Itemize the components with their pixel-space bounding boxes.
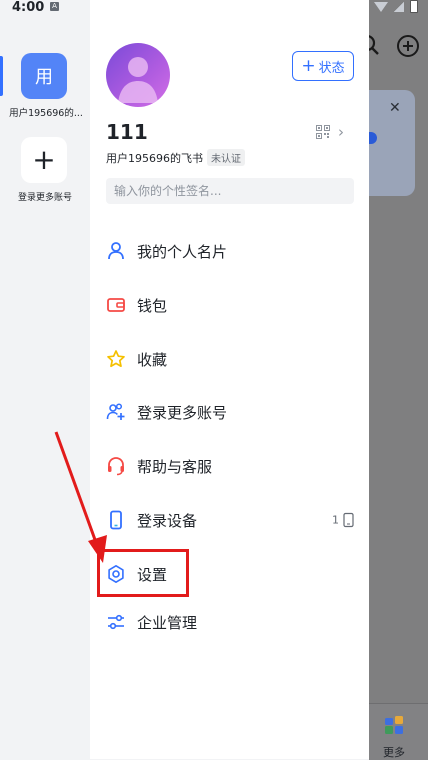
active-account-indicator — [0, 56, 3, 96]
menu-item-login-more-accounts[interactable]: 登录更多账号 — [106, 394, 354, 430]
menu-item-label: 登录设备 — [137, 511, 198, 530]
small-phone-icon — [343, 512, 354, 528]
set-status-label: 状态 — [318, 60, 345, 76]
profile-drawer: + 状态 111 › 用户195696的飞书 未认证 我的个人名片 — [90, 0, 369, 759]
battery-icon — [410, 0, 418, 13]
set-status-button[interactable]: + 状态 — [292, 51, 354, 81]
status-time: 4:00 — [12, 0, 45, 15]
phone-icon — [106, 510, 126, 530]
menu-item-label: 企业管理 — [137, 613, 198, 632]
account-rail: 用 用户195696的... + 登录更多账号 — [0, 0, 90, 759]
close-icon: ✕ — [389, 100, 401, 116]
notification-icon: A — [50, 2, 59, 11]
add-accounts-icon — [106, 402, 126, 422]
sliders-icon — [106, 612, 126, 632]
plus-icon: + — [301, 55, 316, 76]
more-tab-label: 更多 — [383, 746, 405, 759]
add-circle-icon — [397, 35, 419, 57]
wifi-icon — [374, 1, 388, 12]
status-bar: 4:00 A — [0, 0, 428, 16]
status-icons — [374, 0, 418, 13]
active-account-name: 用户195696的... — [9, 108, 83, 119]
menu-item-help-support[interactable]: 帮助与客服 — [106, 448, 354, 484]
menu-item-label: 收藏 — [137, 350, 168, 369]
menu-item-enterprise-admin[interactable]: 企业管理 — [106, 604, 354, 640]
menu-item-label: 我的个人名片 — [137, 242, 228, 261]
add-account-button[interactable]: + — [21, 137, 67, 183]
chevron-right-icon: › — [338, 123, 344, 141]
menu-item-label: 登录更多账号 — [137, 403, 228, 422]
signal-icon — [394, 1, 404, 12]
verification-badge: 未认证 — [207, 149, 245, 166]
user-avatar[interactable] — [106, 43, 170, 107]
device-count: 1 — [332, 512, 354, 528]
user-subtitle-row: 用户195696的飞书 未认证 — [106, 149, 245, 166]
more-apps-icon — [385, 716, 403, 734]
tenant-name: 用户195696的飞书 — [106, 151, 203, 165]
qr-code-icon — [316, 125, 330, 139]
wallet-icon — [106, 295, 126, 315]
menu-item-favorites[interactable]: 收藏 — [106, 341, 354, 377]
menu-item-label: 钱包 — [137, 296, 168, 315]
user-name: 111 — [106, 120, 148, 144]
annotation-highlight-box — [97, 549, 189, 597]
active-account-avatar[interactable]: 用 — [21, 53, 67, 99]
qr-code-button[interactable]: › — [316, 123, 344, 141]
avatar-silhouette — [118, 57, 158, 103]
add-account-label: 登录更多账号 — [17, 193, 72, 203]
menu-item-login-devices[interactable]: 登录设备 1 — [106, 502, 354, 538]
star-icon — [106, 349, 126, 369]
menu-item-profile-card[interactable]: 我的个人名片 — [106, 233, 354, 269]
signature-input[interactable] — [106, 178, 354, 204]
menu-item-label: 帮助与客服 — [137, 457, 213, 476]
headset-icon — [106, 456, 126, 476]
person-icon — [106, 241, 126, 261]
device-count-value: 1 — [332, 513, 339, 527]
menu-item-wallet[interactable]: 钱包 — [106, 287, 354, 323]
